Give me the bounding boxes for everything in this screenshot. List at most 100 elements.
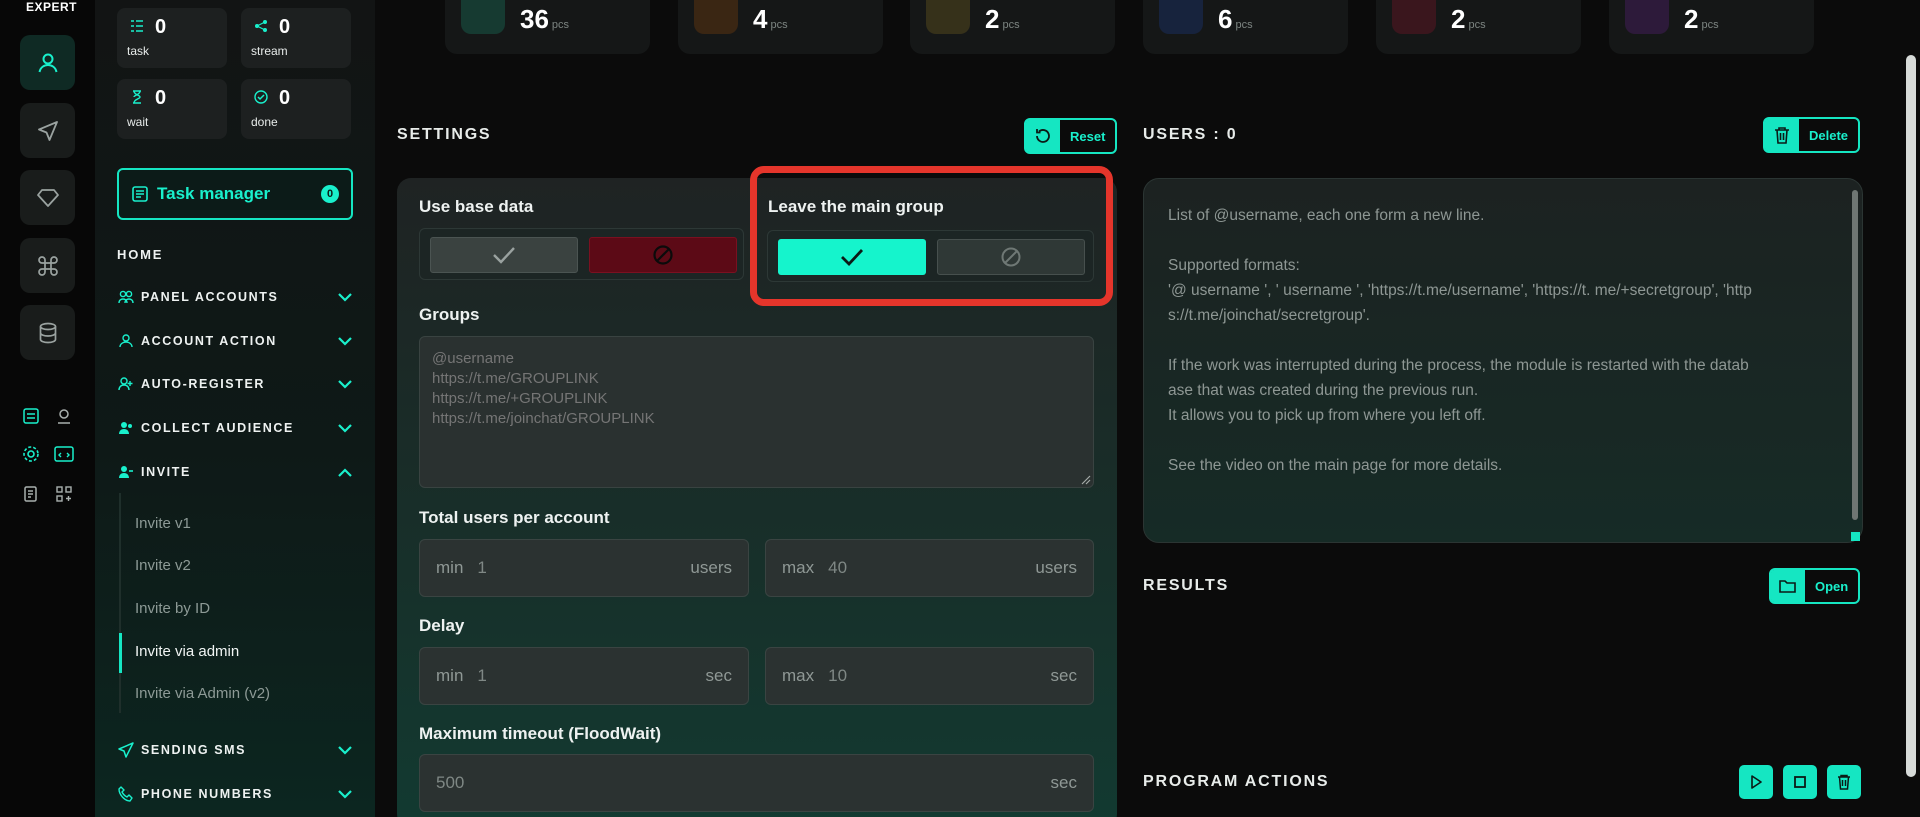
nav-phone-numbers[interactable]: PHONE NUMBERS <box>117 782 353 806</box>
stop-button[interactable] <box>1783 765 1817 799</box>
stat-wait-value: 0 <box>155 87 167 109</box>
gear-icon <box>23 446 39 462</box>
open-label: Open <box>1815 578 1849 594</box>
max-prefix: max <box>782 666 815 685</box>
user-plus-icon <box>117 375 135 393</box>
sub-item-invite-via-admin-v2[interactable]: Invite via Admin (v2) <box>135 685 270 702</box>
nav-account-action[interactable]: ACCOUNT ACTION <box>117 329 353 353</box>
users-placeholder-line: ase that was created during the previous… <box>1168 382 1479 399</box>
use-base-data-label: Use base data <box>419 197 534 216</box>
stop-icon <box>1794 776 1806 788</box>
rail-database-button[interactable] <box>20 305 75 360</box>
stat-stream-value: 0 <box>279 16 291 38</box>
nav-panel-accounts-label: PANEL ACCOUNTS <box>141 290 279 304</box>
min-value: 1 <box>477 666 487 685</box>
chevron-down-icon <box>337 289 353 305</box>
stat-stream-label: stream <box>251 44 288 58</box>
user-x-icon <box>1392 0 1436 34</box>
play-icon <box>1751 775 1762 789</box>
command-icon <box>37 255 58 276</box>
top-stat-tile: 36 pcs <box>445 0 650 54</box>
top-stat-value: 36 pcs <box>520 4 570 34</box>
top-stat-value: 2 pcs <box>1451 4 1486 34</box>
folder-icon <box>1771 570 1805 602</box>
use-base-data-off[interactable] <box>589 237 737 273</box>
sub-item-invite-via-admin[interactable]: Invite via admin <box>135 643 239 660</box>
sidebar: 0 task 0 stream 0 wait 0 done Task manag… <box>95 0 375 817</box>
rail-location-button[interactable] <box>53 405 75 427</box>
nav-sending-sms[interactable]: SENDING SMS <box>117 738 353 762</box>
users-textarea[interactable]: List of @username, each one form a new l… <box>1143 178 1863 543</box>
rail-code-button[interactable] <box>53 443 75 465</box>
trash-icon <box>1838 774 1850 790</box>
rail-send-button[interactable] <box>20 103 75 158</box>
submenu-active-indicator <box>119 633 122 673</box>
play-button[interactable] <box>1739 765 1773 799</box>
chevron-down-icon <box>337 742 353 758</box>
nav-invite[interactable]: INVITE <box>117 460 353 484</box>
top-stat-tile: 4 pcs <box>678 0 883 54</box>
brand-logo: EXPERT <box>26 0 78 14</box>
hourglass-icon <box>129 89 145 105</box>
top-stat-tile: 6 pcs <box>1143 0 1348 54</box>
unit-suffix: users <box>690 558 732 577</box>
delete-button[interactable]: Delete <box>1763 117 1861 153</box>
task-manager-button[interactable]: Task manager 0 <box>117 168 353 220</box>
program-actions-title: PROGRAM ACTIONS <box>1143 773 1330 790</box>
total-users-max-input[interactable]: max 40 users <box>765 539 1094 597</box>
stat-task-label: task <box>127 44 150 58</box>
rail-command-button[interactable] <box>20 238 75 293</box>
stat-done: 0 done <box>241 79 351 139</box>
use-base-data-toggle <box>419 228 744 280</box>
min-value: 1 <box>477 558 487 577</box>
users-placeholder-line: It allows you to pick up from where you … <box>1168 407 1486 424</box>
use-base-data-on[interactable] <box>430 237 578 273</box>
chat-icon <box>1625 0 1669 34</box>
rail-notes-button[interactable] <box>20 483 42 505</box>
groups-textarea[interactable] <box>419 336 1094 488</box>
user-icon <box>38 53 57 72</box>
sub-item-invite-v2[interactable]: Invite v2 <box>135 557 191 574</box>
rail-profile-button[interactable] <box>20 35 75 90</box>
warning-icon <box>694 0 738 34</box>
rail-settings-button[interactable] <box>20 443 42 465</box>
nav-auto-register[interactable]: AUTO-REGISTER <box>117 372 353 396</box>
task-board-icon <box>132 186 148 202</box>
sub-item-invite-v1[interactable]: Invite v1 <box>135 515 191 532</box>
clear-button[interactable] <box>1827 765 1861 799</box>
app-window: EXPERT 0 task 0 stream 0 wait 0 done Tas… <box>0 0 1920 817</box>
resize-handle-icon[interactable] <box>1081 475 1091 485</box>
nav-home[interactable]: HOME <box>117 247 163 262</box>
rail-tasks-button[interactable] <box>20 405 42 427</box>
resize-handle-icon[interactable] <box>1851 532 1860 541</box>
task-manager-label: Task manager <box>157 184 271 203</box>
floodwait-input[interactable]: 500 sec <box>419 754 1094 812</box>
nav-collect-audience-label: COLLECT AUDIENCE <box>141 421 294 435</box>
users-placeholder-line: List of @username, each one form a new l… <box>1168 207 1485 224</box>
delay-label: Delay <box>419 616 465 635</box>
users-scrollbar[interactable] <box>1852 190 1858 520</box>
open-button[interactable]: Open <box>1769 568 1861 604</box>
top-stat-value: 6 pcs <box>1218 4 1253 34</box>
total-users-min-input[interactable]: min 1 users <box>419 539 749 597</box>
users-title: USERS : 0 <box>1143 126 1238 143</box>
sub-item-invite-by-id[interactable]: Invite by ID <box>135 600 210 617</box>
page-scrollbar[interactable] <box>1906 55 1916 777</box>
nav-panel-accounts[interactable]: PANEL ACCOUNTS <box>117 285 353 309</box>
nav-account-action-label: ACCOUNT ACTION <box>141 334 277 348</box>
icon-rail: EXPERT <box>0 0 95 817</box>
rail-diamond-button[interactable] <box>20 170 75 225</box>
paper-plane-icon <box>37 120 58 141</box>
chevron-down-icon <box>337 333 353 349</box>
unit-suffix: sec <box>1050 666 1077 685</box>
notes-icon <box>24 486 37 502</box>
rail-grid-button[interactable] <box>53 483 75 505</box>
checklist-icon <box>23 408 39 424</box>
delay-max-input[interactable]: max 10 sec <box>765 647 1094 705</box>
nav-collect-audience[interactable]: COLLECT AUDIENCE <box>117 416 353 440</box>
delay-min-input[interactable]: min 1 sec <box>419 647 749 705</box>
chevron-down-icon <box>337 420 353 436</box>
reset-button[interactable]: Reset <box>1024 118 1118 154</box>
ban-icon <box>653 245 673 265</box>
